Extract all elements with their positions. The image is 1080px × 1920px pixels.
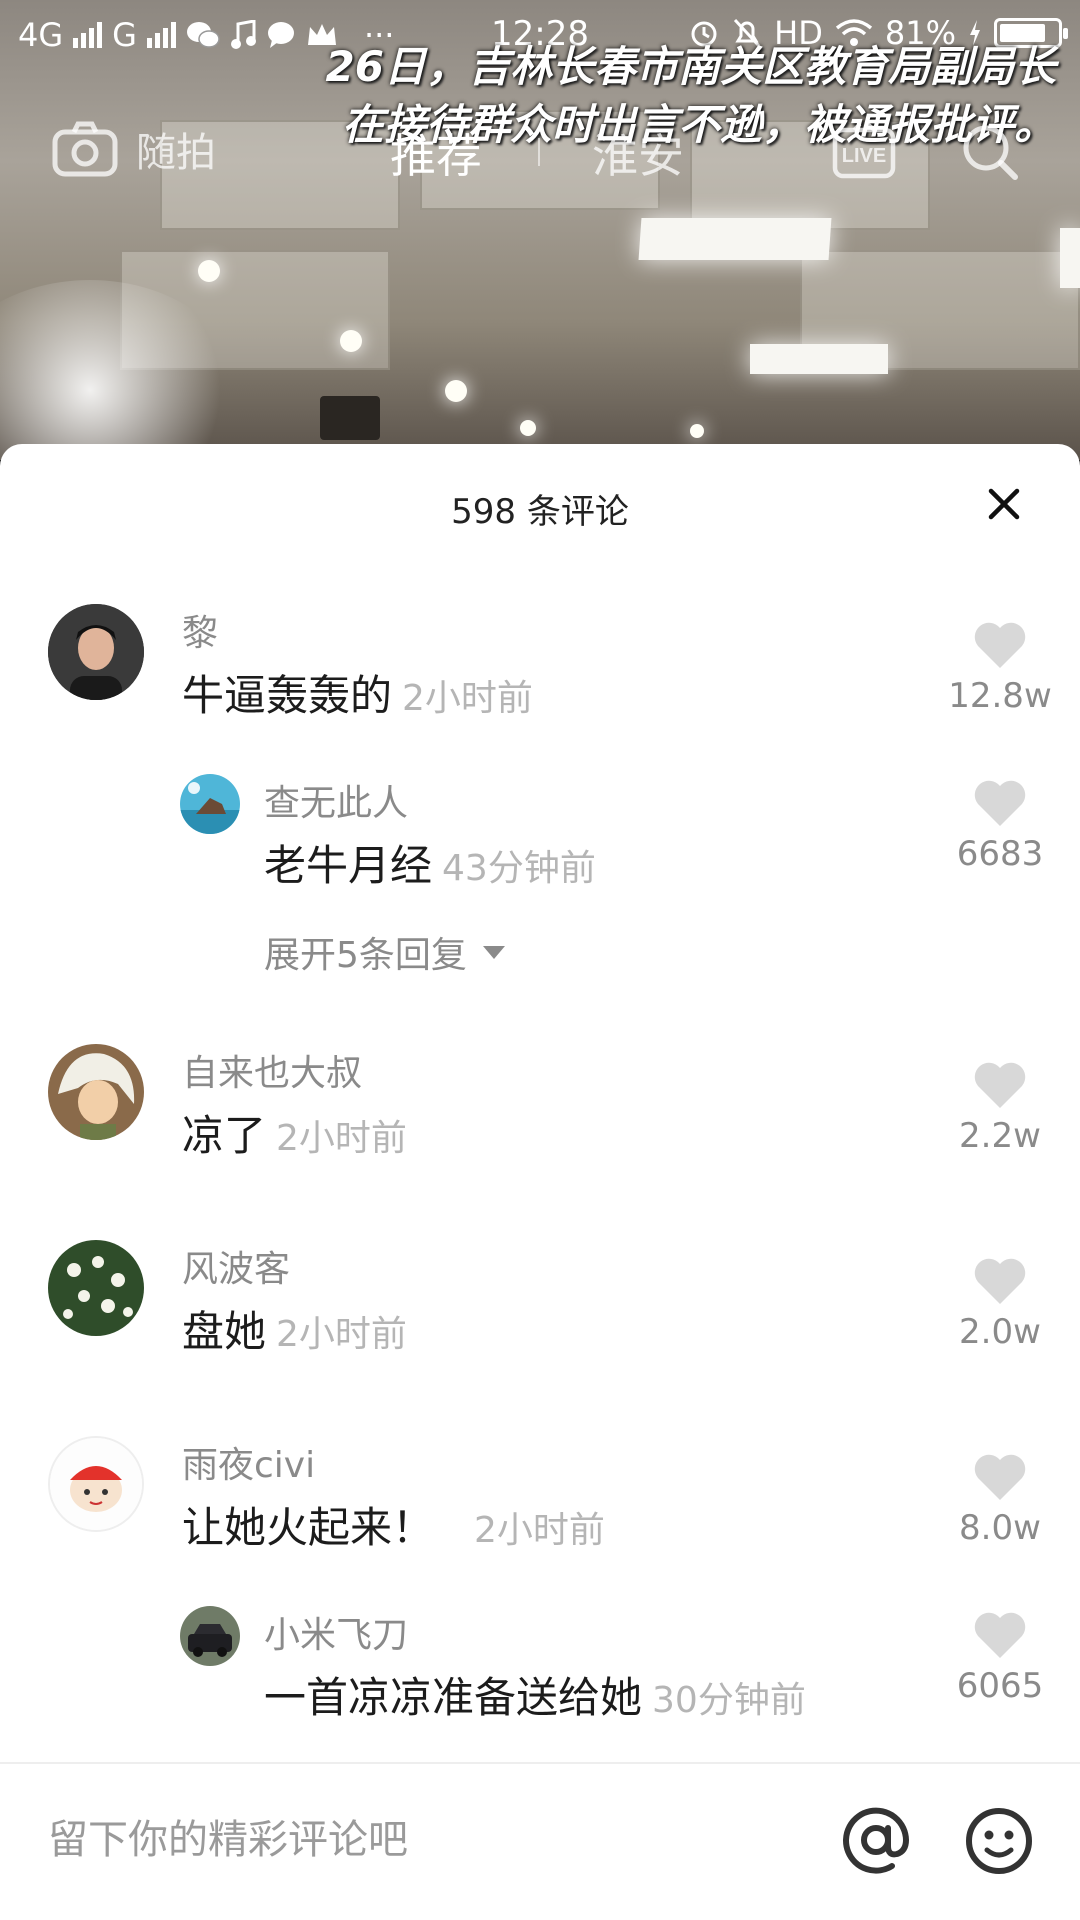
anime-character-avatar-image <box>48 1044 144 1140</box>
ceiling-spotlight <box>340 330 362 352</box>
ceiling-spotlight <box>520 420 536 436</box>
ceiling-light <box>750 344 888 374</box>
avatar[interactable] <box>48 1436 144 1532</box>
like-count: 2.0w <box>959 1312 1041 1352</box>
comment-text: 牛逼轰轰的 2小时前 <box>182 662 533 723</box>
avatar[interactable] <box>48 1240 144 1336</box>
expand-replies-button[interactable]: 展开5条回复 <box>264 926 507 978</box>
like-button[interactable]: 2.0w <box>940 1256 1060 1352</box>
comment-time: 2小时前 <box>276 1314 407 1355</box>
emoji-icon <box>966 1808 1032 1874</box>
comment-username[interactable]: 雨夜civi <box>182 1436 315 1488</box>
caption-line: 26日，吉林长春市南关区教育局副局长 <box>325 42 1056 91</box>
comment-time: 2小时前 <box>474 1510 605 1551</box>
ceiling-spotlight <box>690 424 704 438</box>
ceiling-light <box>638 218 832 260</box>
cartoon-face-avatar-image <box>50 1438 142 1530</box>
flowers-avatar-image <box>48 1240 144 1336</box>
camera-button[interactable]: 随拍 <box>52 120 216 178</box>
reply-time: 30分钟前 <box>652 1680 806 1721</box>
ceiling-spotlight <box>445 380 467 402</box>
comment-input[interactable] <box>48 1808 788 1872</box>
camera-label: 随拍 <box>136 130 216 176</box>
heart-icon <box>974 622 1026 668</box>
ceiling-light <box>1060 228 1080 288</box>
comment-text: 盘她 2小时前 <box>182 1298 407 1359</box>
camera-icon <box>52 121 118 177</box>
mention-button[interactable] <box>840 1804 912 1880</box>
reply-username[interactable]: 小米飞刀 <box>264 1606 408 1658</box>
heart-icon <box>974 1454 1026 1500</box>
car-avatar-image <box>180 1606 240 1666</box>
comment-time: 2小时前 <box>402 678 533 719</box>
like-count: 2.2w <box>959 1116 1041 1156</box>
like-button[interactable]: 2.2w <box>940 1060 1060 1156</box>
comment-time: 2小时前 <box>276 1118 407 1159</box>
ceiling-spotlight <box>198 260 220 282</box>
like-count: 8.0w <box>959 1508 1041 1548</box>
comment-text: 让她火起来！ 2小时前 <box>182 1494 605 1555</box>
reply-body: 一首凉凉准备送给她 <box>264 1673 643 1722</box>
at-icon <box>843 1807 910 1874</box>
tab-local[interactable]: 淮安 <box>592 120 684 186</box>
comment-body: 凉了 <box>182 1111 267 1160</box>
comment-input-bar <box>0 1762 1080 1920</box>
emoji-button[interactable] <box>964 1806 1034 1880</box>
reply-text: 老牛月经 43分钟前 <box>264 832 596 893</box>
live-label: LIVE <box>842 145 886 167</box>
comment-body: 盘她 <box>182 1307 267 1356</box>
comment-username[interactable]: 黎 <box>182 604 218 656</box>
search-icon <box>963 125 1018 180</box>
tab-recommend[interactable]: 推荐 <box>390 120 482 186</box>
comments-sheet: 598 条评论 黎 牛逼轰轰的 2小时前 12.8w 查无此人 老牛月经 43分钟前… <box>0 444 1080 1920</box>
avatar[interactable] <box>48 1044 144 1140</box>
comment-body: 牛逼轰轰的 <box>182 671 393 720</box>
expand-replies-label: 展开5条回复 <box>264 935 467 976</box>
heart-icon <box>974 780 1026 826</box>
avatar[interactable] <box>180 774 240 834</box>
close-button[interactable] <box>980 480 1028 528</box>
search-button[interactable] <box>960 122 1020 186</box>
reply-time: 43分钟前 <box>442 848 596 889</box>
reply-body: 老牛月经 <box>264 841 433 890</box>
comment-username[interactable]: 风波客 <box>182 1240 290 1292</box>
heart-icon <box>974 1612 1026 1658</box>
like-count: 6683 <box>956 834 1044 874</box>
live-icon: LIVE <box>832 122 896 179</box>
avatar[interactable] <box>180 1606 240 1666</box>
comment-username[interactable]: 自来也大叔 <box>182 1044 362 1096</box>
comment-body: 让她火起来！ <box>182 1503 435 1552</box>
heart-icon <box>974 1258 1026 1304</box>
comment-text: 凉了 2小时前 <box>182 1102 407 1163</box>
like-button[interactable]: 8.0w <box>940 1452 1060 1548</box>
person-avatar-image <box>48 604 144 700</box>
live-button[interactable]: LIVE <box>832 122 896 184</box>
avatar[interactable] <box>48 604 144 700</box>
heart-icon <box>974 1062 1026 1108</box>
nav-divider <box>538 138 540 166</box>
comments-title: 598 条评论 <box>451 492 629 532</box>
like-button[interactable]: 6065 <box>940 1610 1060 1706</box>
top-nav: 随拍 推荐 淮安 LIVE <box>0 110 1080 190</box>
like-button[interactable]: 6683 <box>940 778 1060 874</box>
chevron-down-icon <box>482 946 505 959</box>
like-count: 12.8w <box>948 676 1052 716</box>
projector <box>320 396 380 440</box>
seaside-avatar-image <box>180 774 240 834</box>
like-button[interactable]: 12.8w <box>940 620 1060 716</box>
reply-text: 一首凉凉准备送给她 30分钟前 <box>264 1664 806 1725</box>
like-count: 6065 <box>956 1666 1044 1706</box>
close-icon <box>988 488 1020 520</box>
reply-username[interactable]: 查无此人 <box>264 774 408 826</box>
